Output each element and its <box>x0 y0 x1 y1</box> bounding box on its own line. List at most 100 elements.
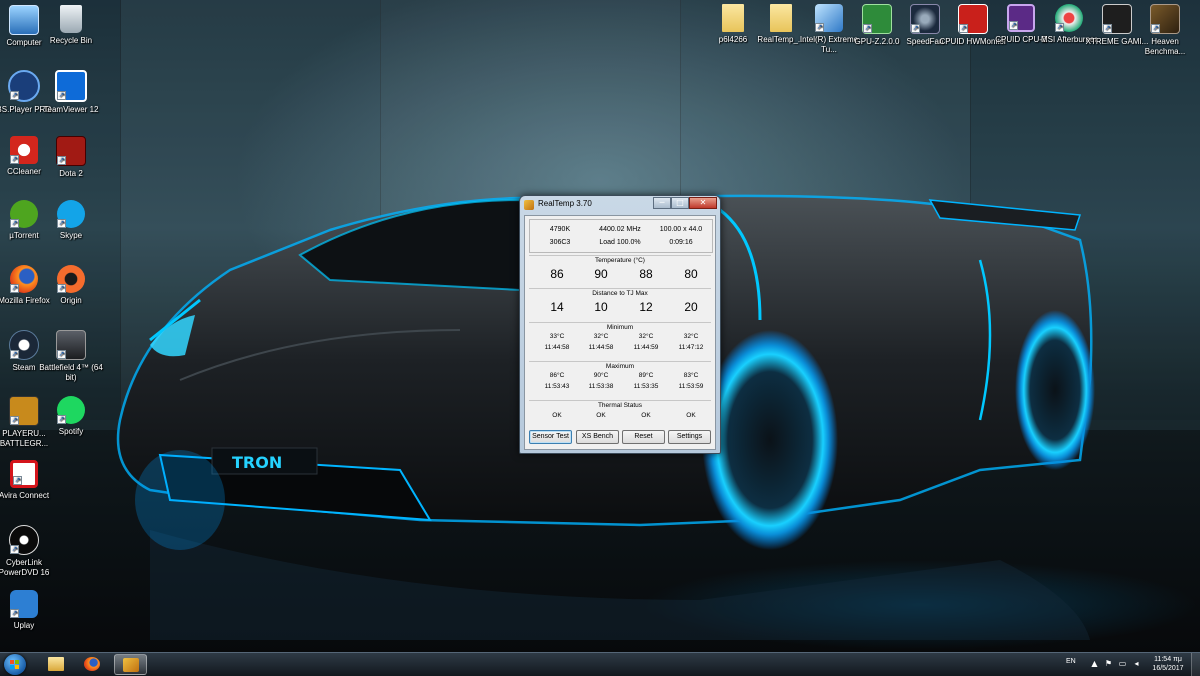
dota2-icon: ↗ <box>56 136 86 166</box>
desktop-icon-avira[interactable]: ↗ Avira Connect <box>0 460 59 501</box>
afterburner-icon: ↗ <box>1055 4 1083 32</box>
minimum-group: Minimum 33°C 32°C 32°C 32°C 11:44:58 11:… <box>529 322 711 361</box>
hwmonitor-icon: ↗ <box>958 4 988 34</box>
desktop-icon-recycle-bin[interactable]: Recycle Bin <box>36 5 106 46</box>
desktop-icon-spotify[interactable]: ↗ Spotify <box>36 396 106 437</box>
desktop-icon-uplay[interactable]: ↗ Uplay <box>0 590 59 631</box>
cpu-multiplier: 100.00 x 44.0 <box>659 226 703 233</box>
intel-xtu-icon: ↗ <box>815 4 843 32</box>
maximum-group: Maximum 86°C 90°C 89°C 83°C 11:53:43 11:… <box>529 361 711 400</box>
desktop-icon-origin[interactable]: ↗ Origin <box>36 265 106 306</box>
shortcut-arrow-icon: ↗ <box>57 91 66 100</box>
firefox-icon <box>84 657 100 671</box>
maximize-button[interactable]: □ <box>671 197 689 209</box>
min-time-0: 11:44:58 <box>544 344 570 351</box>
desktop-icon-label: Origin <box>60 296 82 305</box>
core-temp-3: 80 <box>684 267 698 281</box>
thermal-status-0: OK <box>552 412 562 419</box>
desktop-icon-label: Dota 2 <box>59 169 83 178</box>
volume-icon[interactable]: ◂ <box>1132 659 1141 668</box>
uplay-icon: ↗ <box>10 590 38 618</box>
desktop-icon-powerdvd[interactable]: ↗ CyberLink PowerDVD 16 <box>0 525 59 577</box>
core-temp-0: 86 <box>550 267 564 281</box>
desktop-icon-label: Heaven Benchma... <box>1144 37 1186 56</box>
desktop-icon-label: Recycle Bin <box>49 36 93 45</box>
window-caption-buttons: ─ □ ✕ <box>653 197 717 209</box>
folder-icon <box>770 4 792 32</box>
clock-time: 11:54 πμ <box>1154 656 1182 663</box>
max-temp-3: 83°C <box>683 372 699 379</box>
desktop-icon-label: CyberLink PowerDVD 16 <box>0 558 50 577</box>
xs-bench-button[interactable]: XS Bench <box>576 430 619 444</box>
taskbar-firefox-button[interactable] <box>76 654 109 675</box>
desktop-icon-battlefield4[interactable]: ↗ Battlefield 4™ (64 bit) <box>36 330 106 382</box>
shortcut-arrow-icon: ↗ <box>815 23 824 32</box>
shortcut-arrow-icon: ↗ <box>13 476 22 485</box>
thermal-status-2: OK <box>641 412 651 419</box>
shortcut-arrow-icon: ↗ <box>10 545 19 554</box>
shortcut-arrow-icon: ↗ <box>1055 23 1064 32</box>
close-button[interactable]: ✕ <box>689 197 717 209</box>
show-desktop-button[interactable] <box>1191 653 1200 676</box>
shortcut-arrow-icon: ↗ <box>57 415 66 424</box>
desktop-icon-label: Skype <box>59 231 83 240</box>
xtreme-gaming-icon: ↗ <box>1102 4 1132 34</box>
windows-logo-icon <box>10 660 20 669</box>
svg-text:TRON: TRON <box>232 453 282 472</box>
windows-explorer-icon <box>48 657 64 671</box>
folder-icon <box>722 4 744 32</box>
desktop-icon-label: TeamViewer 12 <box>43 105 99 114</box>
core-temp-2: 88 <box>639 267 653 281</box>
shortcut-arrow-icon: ↗ <box>10 416 19 425</box>
avira-icon: ↗ <box>10 460 38 488</box>
taskbar-realtemp-button[interactable] <box>114 654 147 675</box>
sensor-test-button[interactable]: Sensor Test <box>529 430 572 444</box>
speedfan-icon: ↗ <box>910 4 940 34</box>
core-distance-2: 12 <box>639 300 653 314</box>
core-distance-0: 14 <box>550 300 564 314</box>
min-temp-3: 32°C <box>683 333 699 340</box>
desktop-icon-dota2[interactable]: ↗ Dota 2 <box>36 136 106 179</box>
cpu-info-box: 4790K 4400.02 MHz 100.00 x 44.0 306C3 Lo… <box>529 219 713 253</box>
shortcut-arrow-icon: ↗ <box>911 24 920 33</box>
max-time-3: 11:53:59 <box>678 383 704 390</box>
cpu-load: Load 100.0% <box>599 239 641 246</box>
action-center-flag-icon[interactable]: ⚑ <box>1104 659 1113 668</box>
recycle-bin-icon <box>60 5 82 33</box>
thermal-status-group: Thermal Status OK OK OK OK <box>529 400 711 427</box>
realtemp-button-row: Sensor Test XS Bench Reset Settings <box>529 430 711 446</box>
clock-date: 16/5/2017 <box>1152 665 1184 672</box>
desktop-icon-heaven[interactable]: ↗ Heaven Benchma... <box>1130 4 1200 56</box>
minimize-button[interactable]: ─ <box>653 197 671 209</box>
realtemp-window[interactable]: RealTemp 3.70 ─ □ ✕ 4790K 4400.02 MHz 10… <box>519 195 721 454</box>
network-icon[interactable]: ▭ <box>1118 659 1127 668</box>
reset-button[interactable]: Reset <box>622 430 665 444</box>
computer-icon <box>9 5 39 35</box>
max-time-0: 11:53:43 <box>544 383 570 390</box>
desktop-icon-skype[interactable]: ↗ Skype <box>36 200 106 241</box>
min-temp-0: 33°C <box>549 333 565 340</box>
taskbar-explorer-button[interactable] <box>40 654 73 675</box>
shortcut-arrow-icon: ↗ <box>57 350 66 359</box>
shortcut-arrow-icon: ↗ <box>57 156 66 165</box>
system-clock[interactable]: 11:54 πμ 16/5/2017 <box>1148 655 1188 673</box>
show-hidden-icons-icon[interactable]: ▲ <box>1090 659 1099 668</box>
shortcut-arrow-icon: ↗ <box>10 284 19 293</box>
settings-button[interactable]: Settings <box>668 430 711 444</box>
shortcut-arrow-icon: ↗ <box>57 219 66 228</box>
start-button[interactable] <box>4 654 26 675</box>
max-temp-1: 90°C <box>593 372 609 379</box>
teamviewer-icon: ↗ <box>55 70 87 102</box>
shortcut-arrow-icon: ↗ <box>10 219 19 228</box>
language-indicator[interactable]: EN <box>1066 658 1076 665</box>
skype-icon: ↗ <box>57 200 85 228</box>
window-title: RealTemp 3.70 <box>538 199 592 208</box>
battlefield4-icon: ↗ <box>56 330 86 360</box>
desktop-icon-teamviewer[interactable]: ↗ TeamViewer 12 <box>36 70 106 115</box>
window-titlebar[interactable]: RealTemp 3.70 ─ □ ✕ <box>520 196 720 214</box>
max-temp-2: 89°C <box>638 372 654 379</box>
cpu-model: 4790K <box>549 226 571 233</box>
temperature-group: Temperature (°C) 86 90 88 80 <box>529 255 711 286</box>
desktop-icon-label: Uplay <box>13 621 35 630</box>
shortcut-arrow-icon: ↗ <box>959 24 968 33</box>
